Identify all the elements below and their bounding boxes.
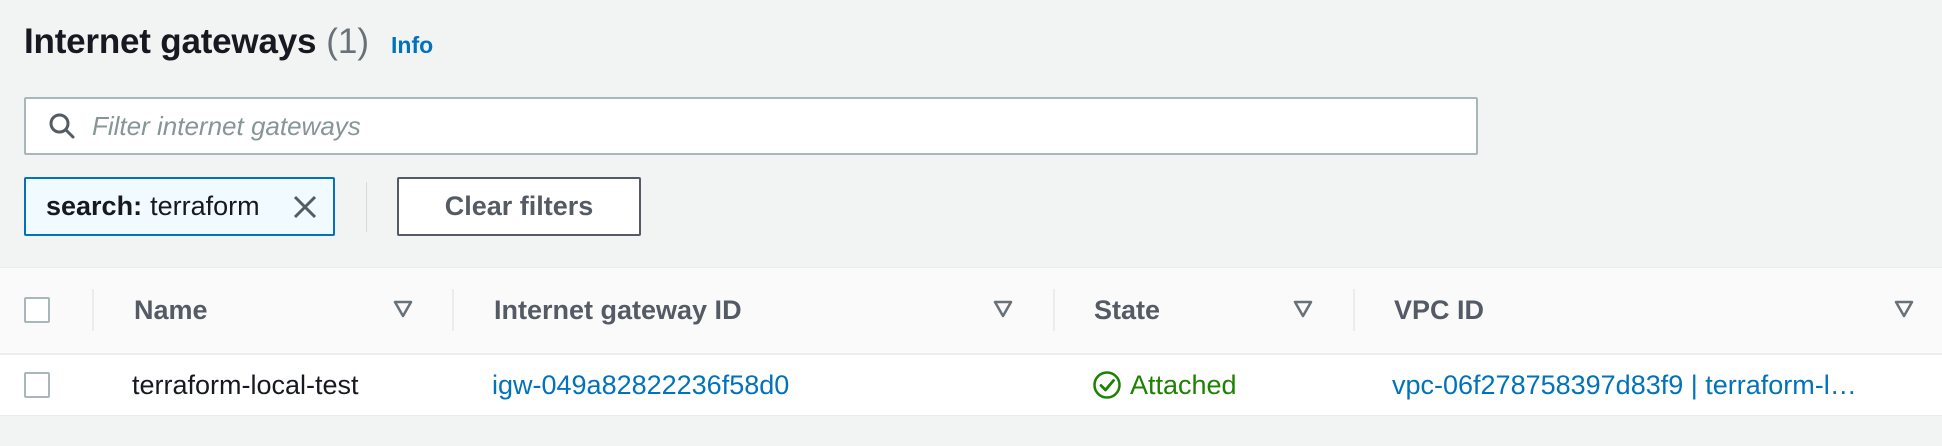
table-row[interactable]: terraform-local-test igw-049a82822236f58… [0, 355, 1942, 416]
search-icon [49, 113, 75, 139]
column-label: Internet gateway ID [494, 295, 742, 325]
row-checkbox[interactable] [24, 372, 50, 398]
column-header-name[interactable]: Name [134, 268, 208, 353]
success-check-icon [1093, 371, 1121, 399]
column-header-igw-id[interactable]: Internet gateway ID [494, 268, 742, 353]
vpc-id-link[interactable]: vpc-06f278758397d83f9 | terraform-l… [1392, 355, 1912, 415]
info-link[interactable]: Info [391, 32, 433, 59]
divider [366, 182, 367, 232]
table-header: Name Internet gateway ID State VPC ID [0, 267, 1942, 355]
filter-token: search: terraform [24, 177, 335, 236]
cell-name: terraform-local-test [132, 369, 359, 400]
close-icon [293, 195, 317, 218]
column-separator [1053, 289, 1055, 331]
page-title: Internet gateways [24, 22, 317, 61]
sort-caret-icon[interactable] [1293, 300, 1313, 318]
column-separator [1353, 289, 1355, 331]
remove-filter-button[interactable] [291, 193, 319, 221]
column-separator [452, 289, 454, 331]
filter-input[interactable] [90, 109, 1394, 143]
column-label: Name [134, 295, 208, 325]
filter-token-key: search: [46, 191, 143, 221]
column-label: State [1094, 295, 1161, 325]
sort-caret-icon[interactable] [393, 300, 413, 318]
clear-filters-button[interactable]: Clear filters [397, 177, 641, 236]
gateways-table: Name Internet gateway ID State VPC ID te… [0, 267, 1942, 416]
sort-caret-icon[interactable] [1894, 300, 1914, 318]
column-label: VPC ID [1394, 295, 1485, 325]
sort-caret-icon[interactable] [993, 300, 1013, 318]
state-label: Attached [1130, 369, 1237, 400]
filter-token-value: terraform [150, 191, 260, 221]
column-separator [92, 289, 94, 331]
column-header-state[interactable]: State [1094, 268, 1160, 353]
item-count: (1) [326, 22, 370, 61]
state-cell: Attached [1092, 355, 1237, 415]
igw-id-link[interactable]: igw-049a82822236f58d0 [492, 355, 789, 415]
filter-search-box[interactable] [24, 97, 1478, 155]
select-all-checkbox[interactable] [24, 297, 50, 323]
page-header: Internet gateways (1) Info [24, 22, 433, 62]
column-header-vpc-id[interactable]: VPC ID [1394, 268, 1484, 353]
